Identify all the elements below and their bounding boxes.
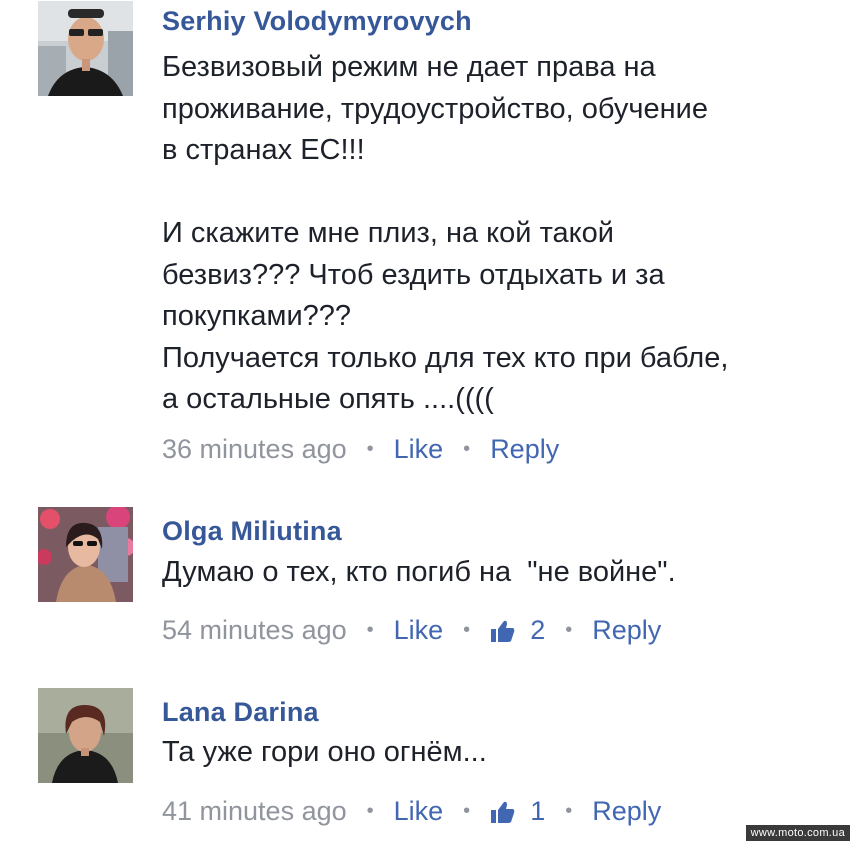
- user-photo-icon: [38, 688, 133, 783]
- separator-dot: •: [366, 438, 374, 460]
- like-button[interactable]: Like: [394, 615, 444, 646]
- comment-text: Та уже гори оно огнём...: [162, 736, 487, 768]
- avatar[interactable]: [38, 507, 133, 602]
- comment-meta: 41 minutes ago • Like • 1 • Reply: [162, 796, 661, 827]
- user-photo-icon: [38, 507, 133, 602]
- separator-dot: •: [565, 619, 573, 641]
- comment-text: Думаю о тех, кто погиб на "не войне".: [162, 556, 676, 588]
- comment-author[interactable]: Olga Miliutina: [162, 516, 342, 547]
- comment-meta: 54 minutes ago • Like • 2 • Reply: [162, 615, 661, 646]
- comment-text: Безвизовый режим не дает права на прожив…: [162, 51, 729, 415]
- like-button[interactable]: Like: [394, 796, 444, 827]
- reply-button[interactable]: Reply: [592, 796, 661, 827]
- comment-timestamp[interactable]: 54 minutes ago: [162, 615, 347, 646]
- avatar[interactable]: [38, 1, 133, 96]
- comment-author[interactable]: Serhiy Volodymyrovych: [162, 6, 472, 37]
- separator-dot: •: [463, 438, 471, 460]
- comment-author[interactable]: Lana Darina: [162, 697, 319, 728]
- watermark: www.moto.com.ua: [745, 825, 850, 841]
- likes-count[interactable]: 1: [530, 796, 545, 827]
- avatar[interactable]: [38, 688, 133, 783]
- comment-meta: 36 minutes ago • Like • Reply: [162, 434, 559, 465]
- separator-dot: •: [366, 619, 374, 641]
- separator-dot: •: [565, 800, 573, 822]
- separator-dot: •: [463, 800, 471, 822]
- separator-dot: •: [463, 619, 471, 641]
- user-photo-icon: [38, 1, 133, 96]
- reply-button[interactable]: Reply: [592, 615, 661, 646]
- separator-dot: •: [366, 800, 374, 822]
- reply-button[interactable]: Reply: [490, 434, 559, 465]
- like-button[interactable]: Like: [394, 434, 444, 465]
- likes-count[interactable]: 2: [530, 615, 545, 646]
- thumbs-up-icon[interactable]: [490, 618, 516, 644]
- comment-timestamp[interactable]: 41 minutes ago: [162, 796, 347, 827]
- thumbs-up-icon[interactable]: [490, 799, 516, 825]
- comment-timestamp[interactable]: 36 minutes ago: [162, 434, 347, 465]
